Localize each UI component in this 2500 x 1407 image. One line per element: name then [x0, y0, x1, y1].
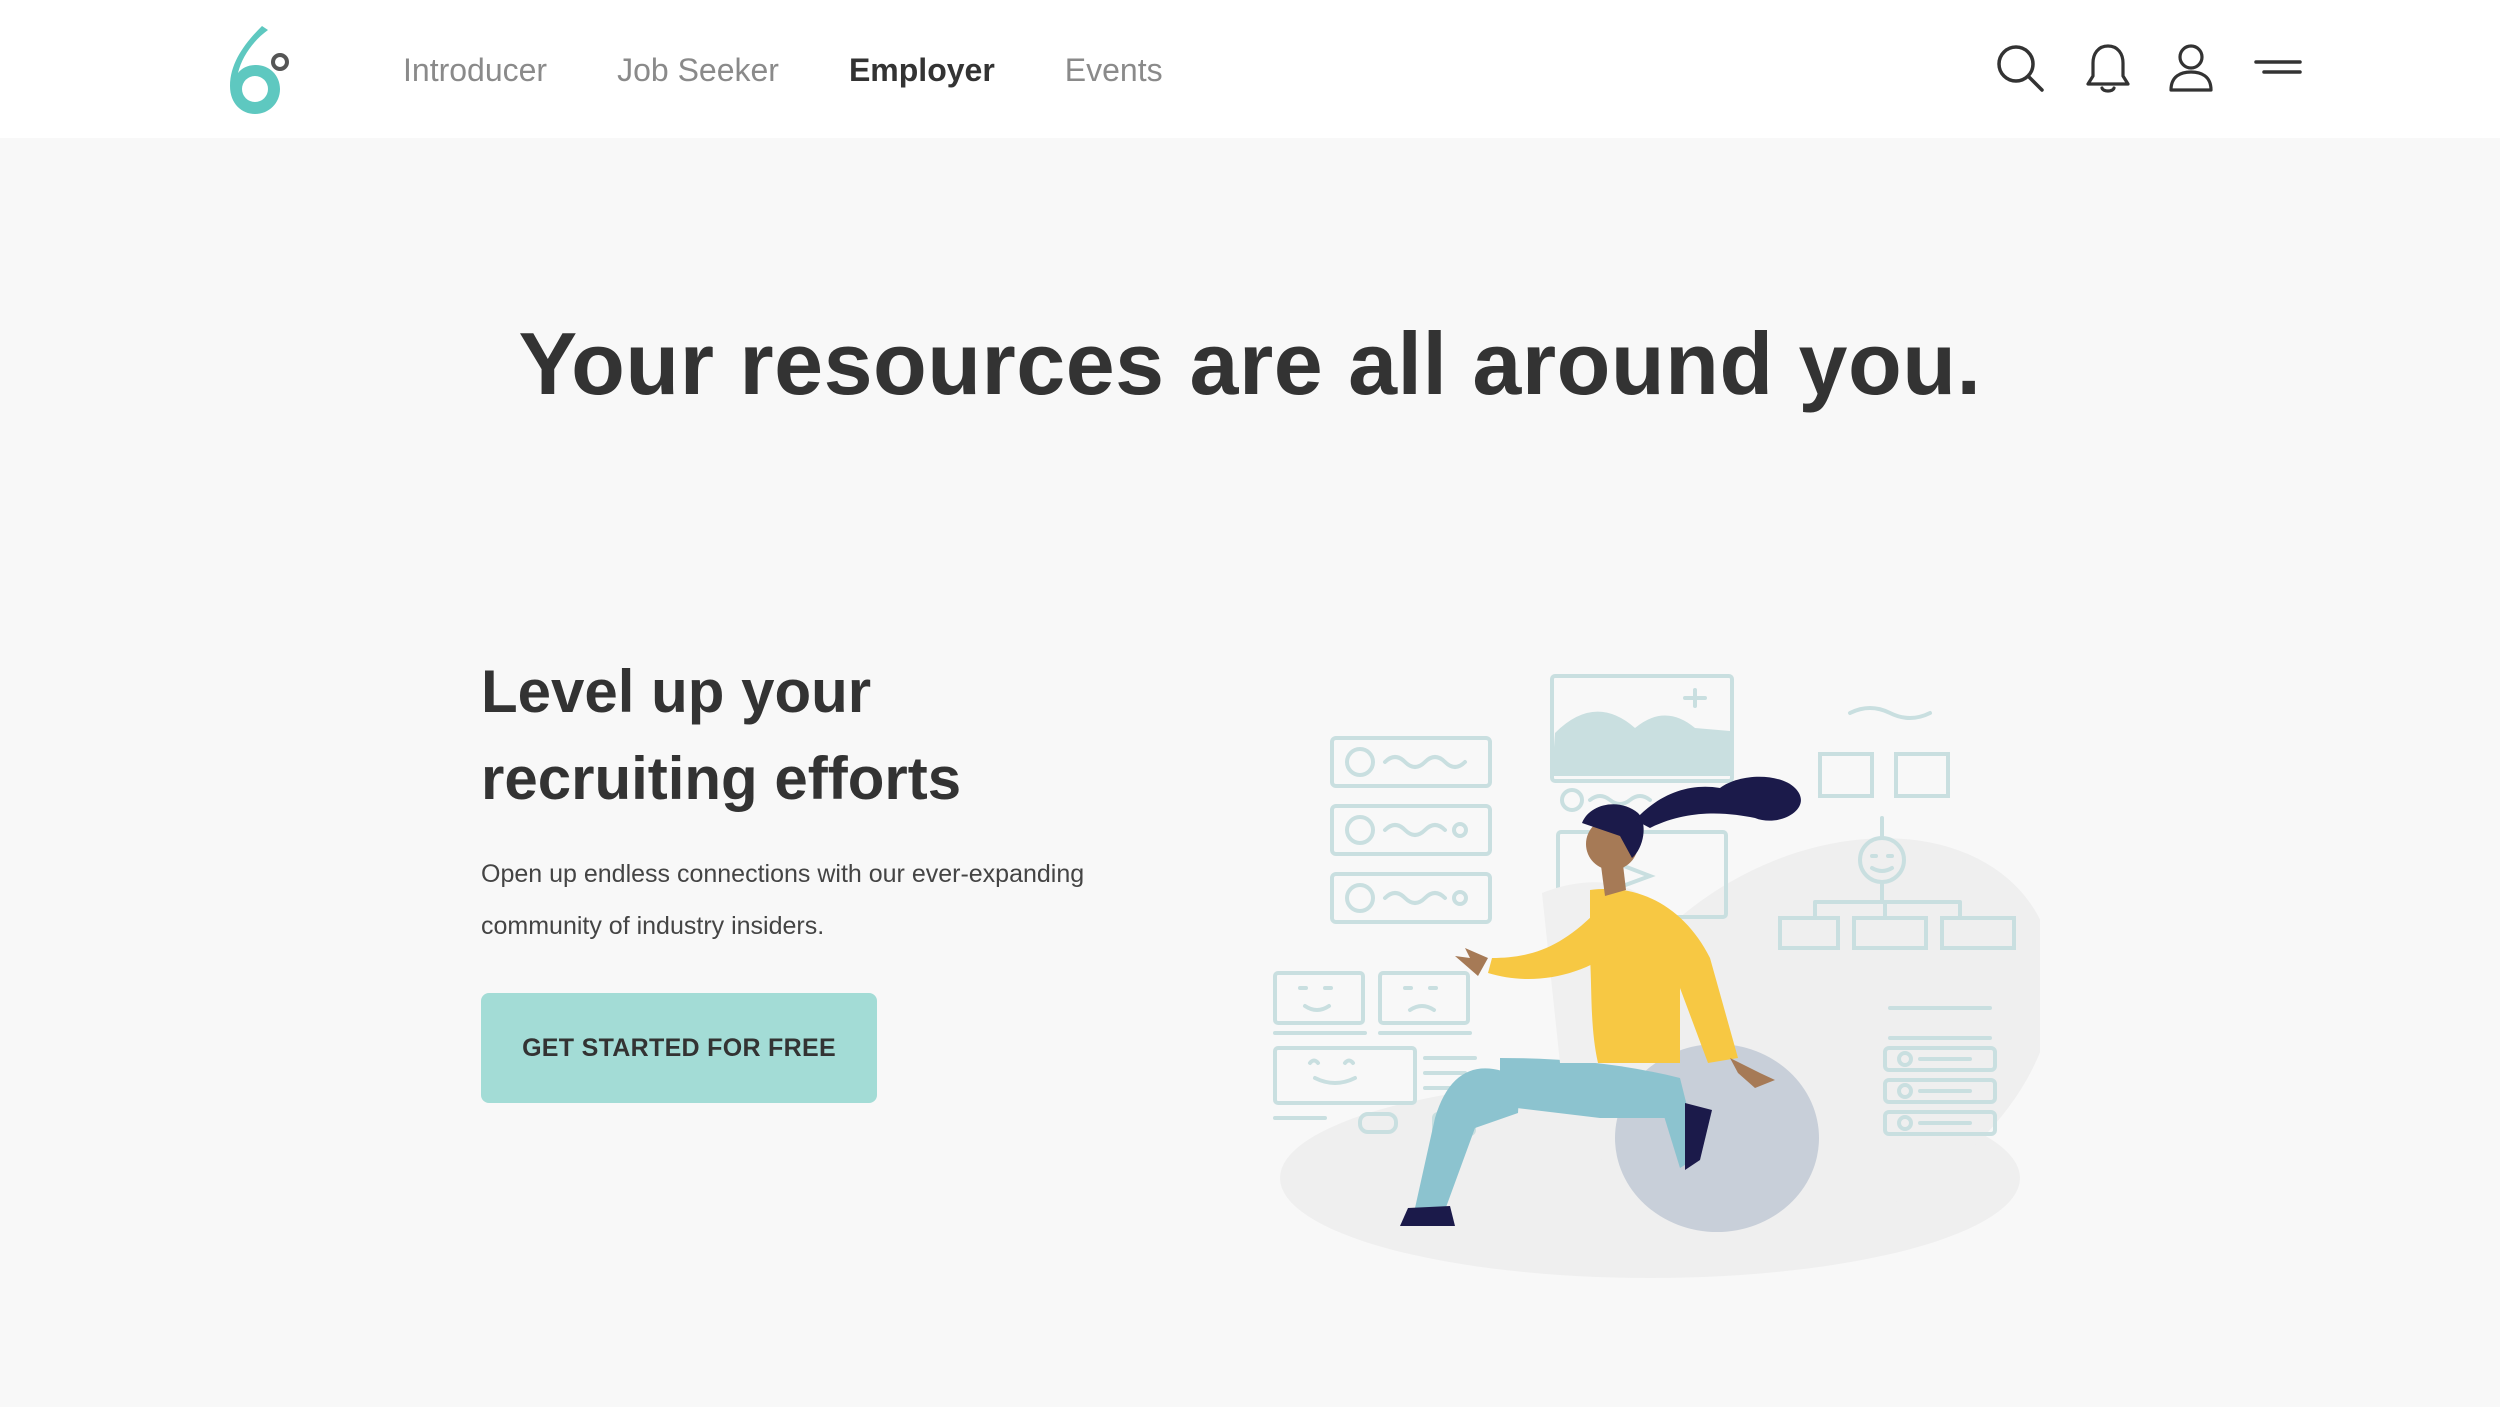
subheading-line-2: recruiting efforts: [481, 745, 962, 812]
hero-section: Your resources are all around you. Level…: [0, 138, 2500, 1407]
search-icon[interactable]: [1992, 40, 2048, 96]
hero-subheading: Level up your recruiting efforts: [481, 648, 1181, 822]
hero-headline: Your resources are all around you.: [518, 314, 1982, 413]
description-line-2: community of industry insiders.: [481, 912, 825, 940]
bell-icon[interactable]: [2080, 40, 2136, 96]
get-started-button[interactable]: GET STARTED FOR FREE: [481, 993, 877, 1103]
woman-on-exercise-ball-illustration: [1273, 674, 2040, 1278]
top-navigation-bar: Introducer Job Seeker Employer Events: [0, 0, 2500, 138]
header-actions: [0, 40, 2500, 100]
user-icon[interactable]: [2163, 40, 2219, 96]
hero-description: Open up endless connections with our eve…: [481, 848, 1201, 952]
menu-icon[interactable]: [2250, 40, 2306, 96]
subheading-line-1: Level up your: [481, 658, 872, 725]
description-line-1: Open up endless connections with our eve…: [481, 860, 1085, 888]
